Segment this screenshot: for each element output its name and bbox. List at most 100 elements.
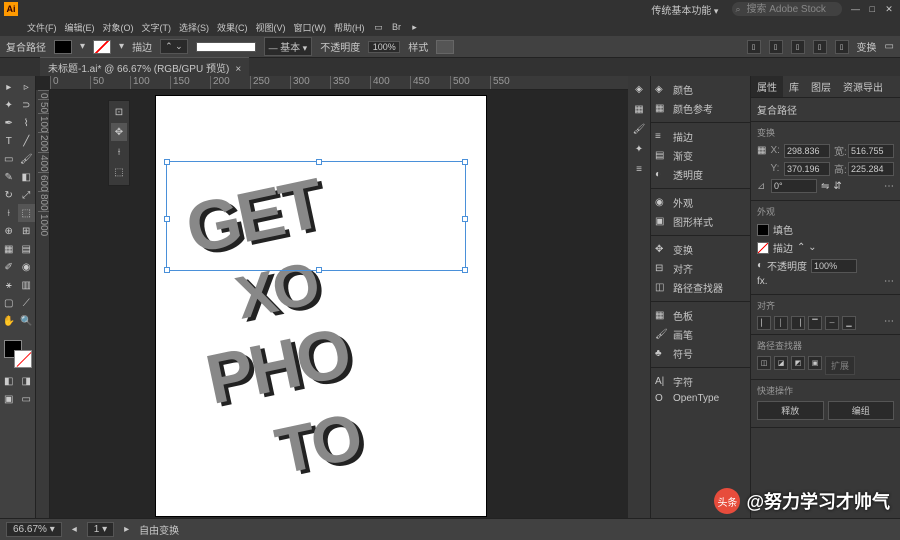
- perspective-tool[interactable]: ⊞: [18, 222, 36, 240]
- shape-builder-tool[interactable]: ⊕: [0, 222, 18, 240]
- align-right[interactable]: ▕: [791, 316, 805, 330]
- fill-swatch[interactable]: [54, 40, 72, 54]
- tab-libraries[interactable]: 库: [783, 76, 805, 97]
- pen-tool[interactable]: ✒: [0, 114, 18, 132]
- artboard-nav-next[interactable]: ▸: [124, 524, 129, 535]
- panel-character[interactable]: A|字符: [651, 372, 750, 391]
- panel-align[interactable]: ⊟对齐: [651, 259, 750, 278]
- close-button[interactable]: ✕: [882, 4, 896, 15]
- document-tab[interactable]: 未标题-1.ai* @ 66.67% (RGB/GPU 预览)×: [40, 57, 249, 77]
- workspace-switcher[interactable]: 传统基本功能 ▾: [643, 2, 726, 17]
- stroke-weight[interactable]: ⌃ ⌄: [160, 39, 188, 54]
- free-transform-tool[interactable]: ⬚: [18, 204, 36, 222]
- panel-brushes[interactable]: 🖌画笔: [651, 325, 750, 344]
- ft-free-icon[interactable]: ✥: [111, 123, 127, 141]
- h-input[interactable]: [848, 162, 894, 176]
- stroke-dropdown[interactable]: ▾: [119, 41, 124, 52]
- paintbrush-tool[interactable]: 🖌: [18, 150, 36, 168]
- dock-stroke-icon[interactable]: ≡: [630, 160, 648, 178]
- color-mode[interactable]: ◧: [0, 372, 18, 390]
- panel-color-guide[interactable]: ▦颜色参考: [651, 99, 750, 118]
- panel-stroke[interactable]: ≡描边: [651, 127, 750, 146]
- panel-transform[interactable]: ✥变换: [651, 240, 750, 259]
- gradient-mode[interactable]: ◨: [18, 372, 36, 390]
- ctrl-align-2[interactable]: ▯: [769, 40, 783, 54]
- menu-help[interactable]: 帮助(H): [331, 21, 368, 34]
- graph-tool[interactable]: ▥: [18, 276, 36, 294]
- flip-h-icon[interactable]: ⇋: [821, 181, 829, 192]
- prop-stroke-swatch[interactable]: [757, 242, 769, 254]
- stroke-swatch[interactable]: [93, 40, 111, 54]
- menu-file[interactable]: 文件(F): [24, 21, 60, 34]
- align-left[interactable]: ▏: [757, 316, 771, 330]
- panel-gradient[interactable]: ▤渐变: [651, 146, 750, 165]
- zoom-tool[interactable]: 🔍: [18, 312, 36, 330]
- draw-mode[interactable]: ▣: [0, 390, 18, 408]
- fill-stroke-indicator[interactable]: [4, 340, 32, 368]
- align-top[interactable]: ▔: [808, 316, 822, 330]
- artwork-line4[interactable]: TO: [269, 398, 366, 489]
- stroke-profile[interactable]: [196, 42, 256, 52]
- w-input[interactable]: [848, 144, 894, 158]
- panel-color[interactable]: ◈颜色: [651, 80, 750, 99]
- menu-object[interactable]: 对象(O): [100, 21, 137, 34]
- ctrl-align-4[interactable]: ▯: [813, 40, 827, 54]
- panel-symbols[interactable]: ♣符号: [651, 344, 750, 363]
- artboard-nav-prev[interactable]: ◂: [72, 524, 77, 535]
- align-bottom[interactable]: ▁: [842, 316, 856, 330]
- prop-opacity-input[interactable]: [811, 259, 857, 273]
- tab-asset-export[interactable]: 资源导出: [837, 76, 889, 97]
- dock-color-icon[interactable]: ◈: [630, 80, 648, 98]
- release-button[interactable]: 释放: [757, 401, 824, 420]
- menu-effect[interactable]: 效果(C): [214, 21, 251, 34]
- fill-dropdown[interactable]: ▾: [80, 41, 85, 52]
- magic-wand-tool[interactable]: ✦: [0, 96, 18, 114]
- menu-view[interactable]: 视图(V): [253, 21, 289, 34]
- symbol-sprayer-tool[interactable]: ⚹: [0, 276, 18, 294]
- rectangle-tool[interactable]: ▭: [0, 150, 18, 168]
- canvas[interactable]: 050100150200250300350400450500550 050100…: [36, 76, 628, 518]
- pf-exclude[interactable]: ▣: [808, 356, 822, 370]
- brush-def[interactable]: — 基本 ▾: [264, 37, 313, 56]
- menu-select[interactable]: 选择(S): [176, 21, 212, 34]
- gpu-icon[interactable]: ▸: [408, 20, 422, 34]
- artboard-select[interactable]: 1 ▾: [87, 522, 114, 537]
- panel-graphic-styles[interactable]: ▣图形样式: [651, 212, 750, 231]
- panel-swatches[interactable]: ▦色板: [651, 306, 750, 325]
- prop-stroke-weight[interactable]: ⌃ ⌄: [797, 242, 817, 253]
- direct-selection-tool[interactable]: ▹: [18, 78, 36, 96]
- maximize-button[interactable]: □: [865, 4, 879, 14]
- dock-swatch-icon[interactable]: ▦: [630, 100, 648, 118]
- dock-brush-icon[interactable]: 🖌: [630, 120, 648, 138]
- ft-constrain-icon[interactable]: ⊡: [111, 103, 127, 121]
- align-vcenter[interactable]: ─: [825, 316, 839, 330]
- y-input[interactable]: [784, 162, 830, 176]
- blend-tool[interactable]: ◉: [18, 258, 36, 276]
- opacity-input[interactable]: [368, 41, 400, 53]
- selection-bounds[interactable]: [166, 161, 466, 271]
- eyedropper-tool[interactable]: ✐: [0, 258, 18, 276]
- type-tool[interactable]: T: [0, 132, 18, 150]
- selection-tool[interactable]: ▸: [0, 78, 18, 96]
- appearance-more-icon[interactable]: ⋯: [884, 276, 894, 287]
- rotate-tool[interactable]: ↻: [0, 186, 18, 204]
- free-transform-widget[interactable]: ⊡ ✥ ⟊ ⬚: [108, 100, 130, 186]
- x-input[interactable]: [784, 144, 830, 158]
- dock-symbol-icon[interactable]: ✦: [630, 140, 648, 158]
- ctrl-align-1[interactable]: ▯: [747, 40, 761, 54]
- scale-tool[interactable]: ⤢: [18, 186, 36, 204]
- ctrl-align-3[interactable]: ▯: [791, 40, 805, 54]
- curvature-tool[interactable]: ⌇: [18, 114, 36, 132]
- zoom-select[interactable]: 66.67% ▾: [6, 522, 62, 537]
- align-more-icon[interactable]: ⋯: [884, 316, 894, 330]
- bridge-icon[interactable]: Br: [390, 20, 404, 34]
- prop-fill-swatch[interactable]: [757, 224, 769, 236]
- artboard-tool[interactable]: ▢: [0, 294, 18, 312]
- hand-tool[interactable]: ✋: [0, 312, 18, 330]
- slice-tool[interactable]: ⟋: [18, 294, 36, 312]
- menu-window[interactable]: 窗口(W): [291, 21, 330, 34]
- flip-v-icon[interactable]: ⇵: [833, 181, 841, 192]
- menu-type[interactable]: 文字(T): [139, 21, 175, 34]
- tab-close-icon[interactable]: ×: [235, 64, 241, 75]
- lasso-tool[interactable]: ⊃: [18, 96, 36, 114]
